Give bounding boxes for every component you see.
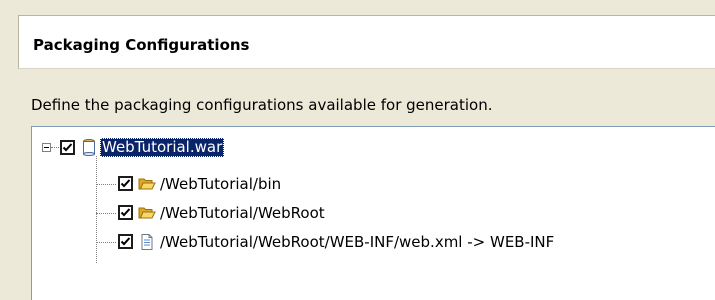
war-archive-icon — [83, 139, 95, 156]
node-checkbox[interactable] — [118, 234, 133, 249]
packaging-tree[interactable]: WebTutorial.war /WebTutorial/bin /WebTut… — [31, 126, 715, 300]
window-top-bar — [0, 0, 715, 14]
folder-icon — [138, 178, 156, 190]
tree-connector — [51, 147, 59, 148]
page-title: Packaging Configurations — [33, 36, 250, 54]
checkmark-icon — [120, 237, 131, 246]
node-checkbox[interactable] — [118, 176, 133, 191]
header-panel: Packaging Configurations — [18, 15, 715, 69]
collapse-toggle[interactable] — [42, 143, 51, 152]
tree-connector — [96, 242, 116, 243]
folder-icon — [138, 207, 156, 219]
checkmark-icon — [120, 208, 131, 217]
tree-connector — [96, 213, 116, 214]
tree-connector — [96, 156, 97, 263]
node-checkbox[interactable] — [118, 205, 133, 220]
tree-node-label[interactable]: /WebTutorial/bin — [158, 175, 283, 194]
root-checkbox[interactable] — [60, 140, 75, 155]
description-text: Define the packaging configurations avai… — [31, 96, 493, 114]
tree-node-root-label[interactable]: WebTutorial.war — [100, 138, 225, 157]
checkmark-icon — [120, 179, 131, 188]
tree-node-label[interactable]: /WebTutorial/WebRoot — [158, 204, 327, 223]
checkmark-icon — [62, 143, 73, 152]
tree-node-label[interactable]: /WebTutorial/WebRoot/WEB-INF/web.xml -> … — [158, 233, 556, 252]
tree-connector — [96, 184, 116, 185]
file-icon — [141, 234, 153, 250]
